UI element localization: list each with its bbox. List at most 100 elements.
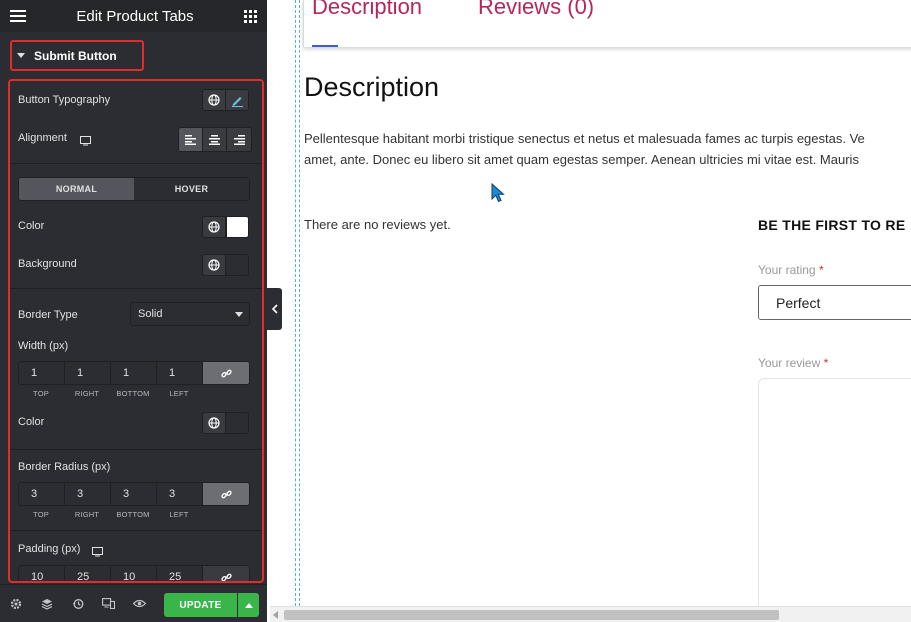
- grid-apps-icon[interactable]: [243, 9, 257, 23]
- border-type-select[interactable]: Solid: [130, 302, 250, 326]
- width-label: Width (px): [18, 340, 69, 352]
- radius-link-button[interactable]: [203, 483, 249, 505]
- background-global-button[interactable]: [202, 254, 226, 276]
- submit-button-section-toggle[interactable]: Submit Button: [10, 40, 144, 71]
- scroll-left-arrow-icon[interactable]: [273, 611, 278, 619]
- scrollbar-thumb[interactable]: [284, 610, 779, 620]
- hamburger-menu-icon[interactable]: [10, 9, 26, 23]
- pencil-icon: [231, 96, 243, 107]
- color-label: Color: [18, 220, 45, 232]
- tab-description[interactable]: Description: [312, 0, 422, 20]
- collapse-panel-handle[interactable]: [267, 288, 282, 330]
- review-label: Your review *: [758, 356, 828, 370]
- align-right-button[interactable]: [227, 128, 251, 151]
- dim-label-right: RIGHT: [74, 389, 100, 398]
- rating-value: Perfect: [776, 294, 821, 311]
- width-link-button[interactable]: [203, 362, 249, 384]
- align-center-icon: [209, 134, 220, 145]
- desktop-responsive-icon[interactable]: [80, 133, 91, 151]
- radius-sub-labels: TOP RIGHT BOTTOM LEFT: [18, 510, 250, 519]
- mouse-cursor-icon: [491, 183, 505, 203]
- dim-label-bottom: BOTTOM: [116, 510, 150, 519]
- divider: [10, 449, 262, 450]
- preview-eye-icon[interactable]: [124, 599, 155, 608]
- dim-label-top: TOP: [33, 510, 49, 519]
- description-heading: Description: [304, 72, 440, 102]
- dim-label-left: LEFT: [169, 510, 189, 519]
- caret-up-icon: [244, 602, 253, 608]
- align-center-button[interactable]: [203, 128, 227, 151]
- width-bottom-input[interactable]: 1: [111, 362, 157, 384]
- border-color-global-button[interactable]: [202, 412, 226, 434]
- page-preview: Description Reviews (0) Description Pell…: [282, 0, 911, 622]
- padding-top-input[interactable]: 10: [19, 566, 65, 581]
- radius-right-input[interactable]: 3: [65, 483, 111, 505]
- globe-icon: [208, 221, 220, 233]
- color-swatch[interactable]: [226, 216, 249, 238]
- padding-label: Padding (px): [18, 543, 81, 555]
- width-left-input[interactable]: 1: [157, 362, 203, 384]
- border-width-inputs: 1 1 1 1: [18, 361, 250, 385]
- required-mark: *: [818, 263, 824, 277]
- radius-top-input[interactable]: 3: [19, 483, 65, 505]
- settings-gear-icon[interactable]: [0, 598, 31, 610]
- border-color-swatch[interactable]: [226, 412, 249, 434]
- review-label-text: Your review: [758, 356, 821, 370]
- editor-panel: Edit Product Tabs Submit Button Button T…: [0, 0, 267, 622]
- editor-footer: UPDATE: [0, 584, 267, 622]
- border-radius-inputs: 3 3 3 3: [18, 482, 250, 506]
- layers-icon[interactable]: [31, 598, 62, 610]
- link-icon: [220, 573, 232, 581]
- dim-label-right: RIGHT: [74, 510, 100, 519]
- no-reviews-text: There are no reviews yet.: [304, 217, 451, 232]
- editor-title: Edit Product Tabs: [76, 7, 194, 25]
- state-tabs: NORMAL HOVER: [18, 177, 250, 201]
- width-top-input[interactable]: 1: [19, 362, 65, 384]
- padding-bottom-input[interactable]: 10: [111, 566, 157, 581]
- typography-edit-button[interactable]: [226, 89, 249, 111]
- alignment-label: Alignment: [18, 132, 67, 144]
- width-right-input[interactable]: 1: [65, 362, 111, 384]
- typography-global-button[interactable]: [202, 89, 226, 111]
- guide-line: [295, 0, 296, 606]
- padding-left-input[interactable]: 25: [157, 566, 203, 581]
- globe-icon: [208, 94, 220, 106]
- review-textarea[interactable]: [758, 378, 911, 618]
- globe-icon: [208, 417, 220, 429]
- editor-topbar: Edit Product Tabs: [0, 0, 267, 32]
- tab-normal[interactable]: NORMAL: [19, 178, 134, 200]
- description-line: Pellentesque habitant morbi tristique se…: [304, 131, 865, 146]
- responsive-mode-icon[interactable]: [93, 598, 124, 609]
- padding-right-input[interactable]: 25: [65, 566, 111, 581]
- alignment-options: [178, 127, 252, 152]
- chevron-down-icon: [235, 312, 243, 317]
- tab-reviews[interactable]: Reviews (0): [478, 0, 594, 20]
- color-global-button[interactable]: [202, 216, 226, 238]
- description-line: amet, ante. Donec eu libero sit amet qua…: [304, 152, 859, 167]
- horizontal-scrollbar[interactable]: [270, 606, 911, 622]
- background-label: Background: [18, 258, 77, 270]
- divider: [10, 530, 262, 531]
- dim-label-left: LEFT: [169, 389, 189, 398]
- radius-left-input[interactable]: 3: [157, 483, 203, 505]
- typography-label: Button Typography: [18, 94, 111, 106]
- divider: [10, 288, 262, 289]
- section-title: Submit Button: [34, 48, 117, 63]
- controls-panel: Button Typography Alignment NORMAL HOVER…: [8, 79, 264, 583]
- align-left-button[interactable]: [179, 128, 203, 151]
- update-button[interactable]: UPDATE: [164, 593, 237, 617]
- background-swatch[interactable]: [226, 254, 249, 276]
- padding-link-button[interactable]: [203, 566, 249, 581]
- width-sub-labels: TOP RIGHT BOTTOM LEFT: [18, 389, 250, 398]
- update-options-button[interactable]: [238, 593, 259, 617]
- first-review-heading: BE THE FIRST TO RE: [758, 217, 906, 233]
- align-right-icon: [233, 134, 245, 145]
- product-tabs-bar: Description Reviews (0): [303, 0, 911, 47]
- rating-select[interactable]: Perfect: [758, 285, 911, 320]
- tab-hover[interactable]: HOVER: [134, 178, 249, 200]
- dim-label-bottom: BOTTOM: [116, 389, 150, 398]
- radius-bottom-input[interactable]: 3: [111, 483, 157, 505]
- history-icon[interactable]: [62, 598, 93, 610]
- desktop-responsive-icon[interactable]: [92, 544, 103, 562]
- globe-icon: [208, 259, 220, 271]
